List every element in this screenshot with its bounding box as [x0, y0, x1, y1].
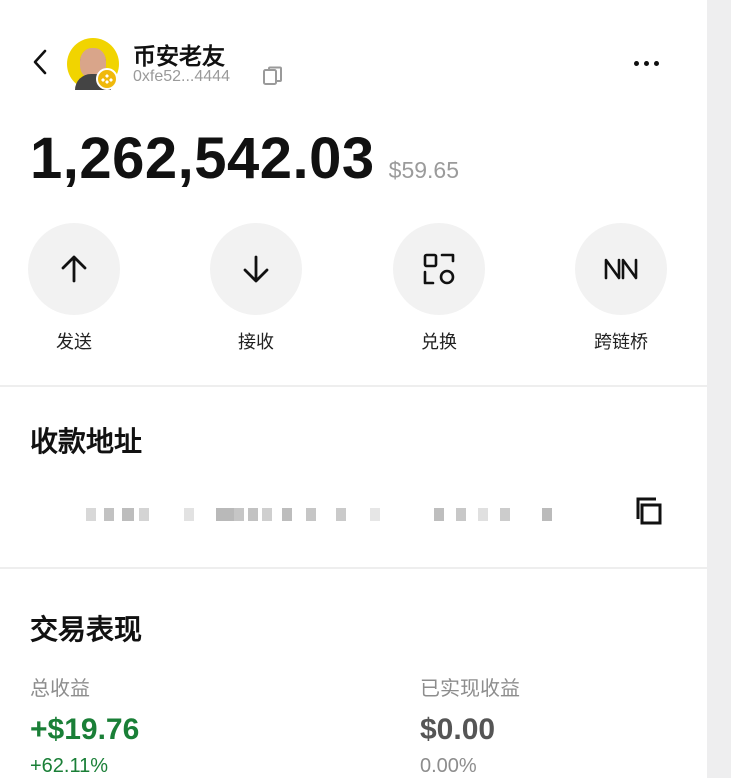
- fiat-value: $59.65: [388, 157, 460, 183]
- right-edge-strip: [707, 0, 731, 778]
- bridge-button[interactable]: 跨链桥: [575, 223, 667, 354]
- account-name: 币安老友: [133, 43, 225, 69]
- realized-profit-value: $0.00: [420, 713, 496, 746]
- more-dot-icon: [643, 60, 649, 66]
- wallet-screen: 币安老友 0xfe52...4444 1,262,542.03 $59.65 发…: [0, 0, 707, 778]
- copy-icon: [636, 497, 662, 525]
- header: 币安老友 0xfe52...4444: [0, 30, 707, 96]
- arrow-up-icon: [61, 255, 87, 283]
- swap-icon: [423, 253, 455, 285]
- bridge-icon: [604, 258, 638, 280]
- chevron-left-icon: [33, 49, 47, 75]
- back-button[interactable]: [26, 48, 54, 76]
- action-buttons: 发送 接收 兑换 跨链桥: [0, 223, 707, 363]
- receive-label: 接收: [238, 332, 274, 352]
- section-divider: [0, 385, 707, 387]
- copy-icon: [263, 66, 282, 85]
- total-profit-block: 总收益 +$19.76 +62.11%: [30, 672, 139, 778]
- receive-address-title: 收款地址: [30, 426, 143, 457]
- copy-receive-address-button[interactable]: [634, 495, 668, 529]
- bnb-chain-badge-icon: [96, 68, 118, 90]
- more-dot-icon: [633, 60, 639, 66]
- realized-profit-block: 已实现收益 $0.00 0.00%: [420, 672, 520, 778]
- bridge-label: 跨链桥: [594, 332, 648, 352]
- copy-address-button[interactable]: [262, 66, 284, 88]
- total-profit-value: +$19.76: [30, 713, 140, 746]
- send-label: 发送: [56, 332, 92, 352]
- swap-button[interactable]: 兑换: [393, 223, 485, 354]
- obscured-address: [84, 508, 564, 522]
- realized-profit-percent: 0.00%: [420, 755, 477, 777]
- realized-profit-label: 已实现收益: [420, 678, 520, 700]
- total-profit-label: 总收益: [30, 678, 90, 700]
- more-options-button[interactable]: [626, 48, 666, 78]
- arrow-down-icon: [243, 255, 269, 283]
- receive-button[interactable]: 接收: [210, 223, 302, 354]
- section-divider: [0, 567, 707, 569]
- token-balance: 1,262,542.03: [30, 126, 375, 191]
- account-address: 0xfe52...4444: [133, 68, 230, 85]
- total-profit-percent: +62.11%: [30, 755, 109, 777]
- performance-title: 交易表现: [30, 614, 143, 645]
- more-dot-icon: [653, 60, 659, 66]
- swap-label: 兑换: [421, 332, 457, 352]
- balance-row: 1,262,542.03 $59.65: [30, 125, 459, 195]
- send-button[interactable]: 发送: [28, 223, 120, 354]
